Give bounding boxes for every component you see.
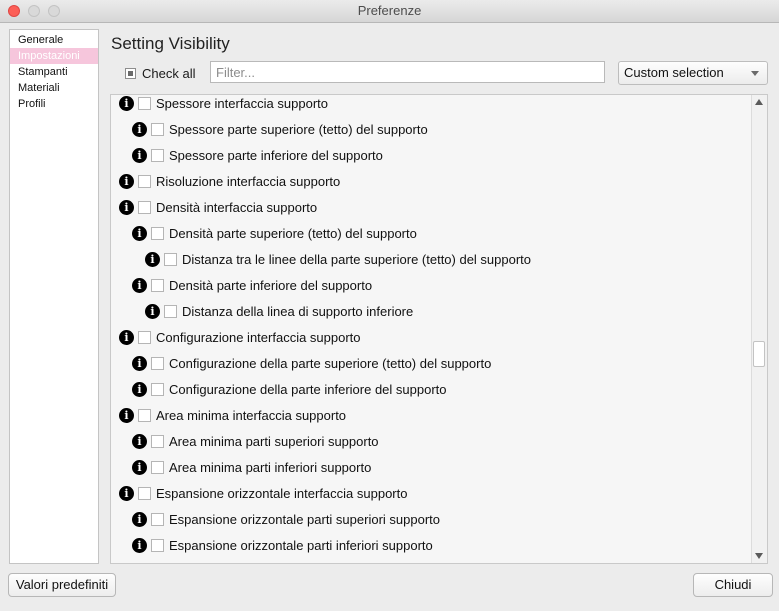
setting-label: Configurazione della parte superiore (te… <box>169 356 492 371</box>
setting-row[interactable]: i Distanza della linea di supporto inferi… <box>111 299 753 325</box>
setting-checkbox[interactable] <box>151 357 164 370</box>
page-title: Setting Visibility <box>111 34 230 53</box>
setting-row[interactable]: i Densità interfaccia supporto <box>111 195 753 221</box>
settings-list: i Spessore interfaccia supporto i Spessore … <box>110 94 768 564</box>
defaults-button[interactable]: Valori predefiniti <box>8 573 116 597</box>
setting-row[interactable]: i Densità parte inferiore del supporto <box>111 273 753 299</box>
visibility-preset-select[interactable]: Custom selection <box>618 61 768 85</box>
setting-row[interactable]: i Area minima parti inferiori supporto <box>111 455 753 481</box>
setting-checkbox[interactable] <box>151 513 164 526</box>
info-icon[interactable]: i <box>132 356 147 371</box>
setting-checkbox[interactable] <box>138 487 151 500</box>
setting-row[interactable]: i Configurazione della parte superiore (t… <box>111 351 753 377</box>
info-icon[interactable]: i <box>119 408 134 423</box>
info-icon[interactable]: i <box>119 174 134 189</box>
sidebar-item-impostazioni[interactable]: Impostazioni <box>10 48 98 64</box>
setting-checkbox[interactable] <box>164 305 177 318</box>
setting-row[interactable]: i Espansione orizzontale interfaccia supp… <box>111 481 753 507</box>
scroll-down-arrow-icon[interactable] <box>755 553 763 559</box>
setting-checkbox[interactable] <box>151 461 164 474</box>
setting-label: Distanza tra le linee della parte superi… <box>182 252 532 267</box>
setting-checkbox[interactable] <box>164 253 177 266</box>
setting-label: Espansione orizzontale interfaccia suppo… <box>156 486 408 501</box>
scrollbar[interactable] <box>751 95 767 563</box>
setting-row[interactable]: i Spessore parte inferiore del supporto <box>111 143 753 169</box>
info-icon[interactable]: i <box>132 122 147 137</box>
setting-checkbox[interactable] <box>138 201 151 214</box>
setting-label: Densità interfaccia supporto <box>156 200 318 215</box>
setting-row[interactable]: i Spessore interfaccia supporto <box>111 95 753 117</box>
visibility-preset-value: Custom selection <box>624 65 724 80</box>
setting-checkbox[interactable] <box>151 435 164 448</box>
info-icon[interactable]: i <box>132 538 147 553</box>
setting-row[interactable]: i Configurazione della parte inferiore de… <box>111 377 753 403</box>
setting-label: Densità parte inferiore del supporto <box>169 278 373 293</box>
setting-row[interactable]: i <box>111 559 753 563</box>
setting-row[interactable]: i Espansione orizzontale parti inferiori … <box>111 533 753 559</box>
setting-label: Espansione orizzontale parti inferiori s… <box>169 538 433 553</box>
setting-label: Risoluzione interfaccia supporto <box>156 174 341 189</box>
chevron-down-icon <box>751 71 759 76</box>
setting-checkbox[interactable] <box>138 175 151 188</box>
setting-row[interactable]: i Distanza tra le linee della parte super… <box>111 247 753 273</box>
setting-label: Configurazione interfaccia supporto <box>156 330 361 345</box>
sidebar-item-generale[interactable]: Generale <box>10 32 98 48</box>
setting-checkbox[interactable] <box>151 383 164 396</box>
close-button[interactable]: Chiudi <box>693 573 773 597</box>
setting-row[interactable]: i Risoluzione interfaccia supporto <box>111 169 753 195</box>
sidebar-item-stampanti[interactable]: Stampanti <box>10 64 98 80</box>
setting-checkbox[interactable] <box>151 123 164 136</box>
setting-row[interactable]: i Area minima parti superiori supporto <box>111 429 753 455</box>
setting-label: Area minima interfaccia supporto <box>156 408 347 423</box>
setting-label: Spessore parte superiore (tetto) del sup… <box>169 122 428 137</box>
setting-row[interactable]: i Configurazione interfaccia supporto <box>111 325 753 351</box>
sidebar-item-materiali[interactable]: Materiali <box>10 80 98 96</box>
info-icon[interactable]: i <box>145 252 160 267</box>
setting-label: Area minima parti inferiori supporto <box>169 460 372 475</box>
setting-checkbox[interactable] <box>138 331 151 344</box>
setting-row[interactable]: i Espansione orizzontale parti superiori … <box>111 507 753 533</box>
check-all-checkbox[interactable] <box>125 67 136 79</box>
setting-label: Spessore interfaccia supporto <box>156 96 328 111</box>
info-icon[interactable]: i <box>132 434 147 449</box>
settings-rows: i Spessore interfaccia supporto i Spessore … <box>111 95 753 563</box>
info-icon[interactable]: i <box>132 512 147 527</box>
info-icon[interactable]: i <box>132 382 147 397</box>
setting-checkbox[interactable] <box>138 97 151 110</box>
info-icon[interactable]: i <box>132 226 147 241</box>
info-icon[interactable]: i <box>119 96 134 111</box>
setting-row[interactable]: i Densità parte superiore (tetto) del sup… <box>111 221 753 247</box>
setting-row[interactable]: i Spessore parte superiore (tetto) del su… <box>111 117 753 143</box>
scroll-up-arrow-icon[interactable] <box>755 99 763 105</box>
title-bar: Preferenze <box>0 0 779 23</box>
setting-label: Configurazione della parte inferiore del… <box>169 382 447 397</box>
setting-checkbox[interactable] <box>151 149 164 162</box>
info-icon[interactable]: i <box>132 148 147 163</box>
scrollbar-thumb[interactable] <box>753 341 765 367</box>
setting-label: Distanza della linea di supporto inferio… <box>182 304 414 319</box>
setting-row[interactable]: i Area minima interfaccia supporto <box>111 403 753 429</box>
info-icon[interactable]: i <box>119 486 134 501</box>
check-all-control[interactable]: Check all <box>125 64 195 82</box>
setting-checkbox[interactable] <box>151 227 164 240</box>
setting-checkbox[interactable] <box>151 539 164 552</box>
filter-input[interactable] <box>210 61 605 83</box>
setting-label: Area minima parti superiori supporto <box>169 434 379 449</box>
info-icon[interactable]: i <box>119 200 134 215</box>
sidebar-item-profili[interactable]: Profili <box>10 96 98 112</box>
setting-label: Spessore parte inferiore del supporto <box>169 148 383 163</box>
preferences-sidebar: Generale Impostazioni Stampanti Material… <box>9 29 99 564</box>
setting-label: Densità parte superiore (tetto) del supp… <box>169 226 417 241</box>
info-icon[interactable]: i <box>119 330 134 345</box>
window-title: Preferenze <box>357 3 422 18</box>
info-icon[interactable]: i <box>132 278 147 293</box>
setting-checkbox[interactable] <box>138 409 151 422</box>
check-all-label: Check all <box>142 65 196 81</box>
setting-label: Espansione orizzontale parti superiori s… <box>169 512 440 527</box>
info-icon[interactable]: i <box>132 460 147 475</box>
setting-checkbox[interactable] <box>151 279 164 292</box>
info-icon[interactable]: i <box>145 304 160 319</box>
